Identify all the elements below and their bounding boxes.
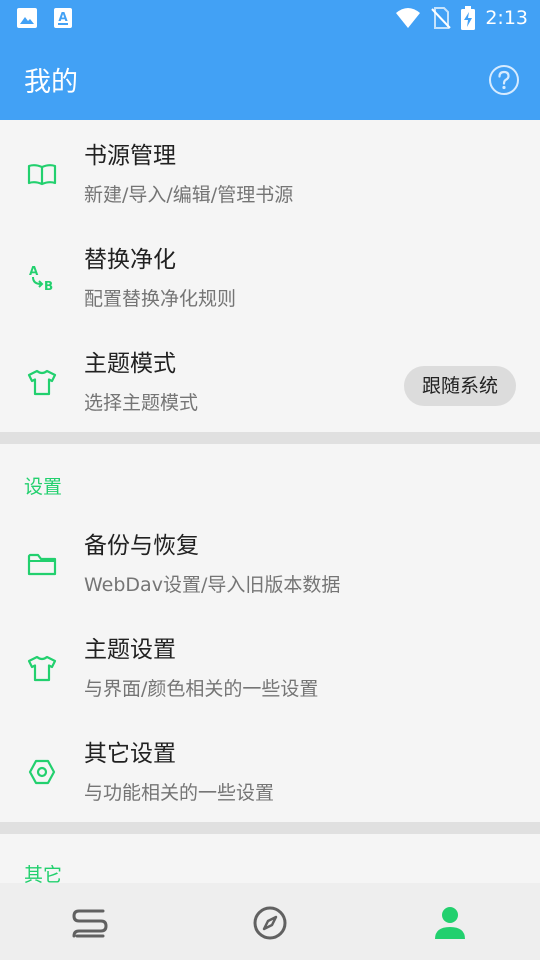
replace-rule-summary: 配置替换净化规则 [84, 288, 237, 310]
compass-icon[interactable] [250, 903, 290, 943]
wifi-icon [396, 8, 421, 28]
other-settings-item[interactable]: 其它设置 与功能相关的一些设置 [0, 718, 540, 822]
no-sim-icon [431, 7, 452, 29]
replace-rule-item[interactable]: A B 替换净化 配置替换净化规则 [0, 224, 540, 328]
theme-mode-summary: 选择主题模式 [84, 392, 199, 414]
bookshelf-icon[interactable] [70, 903, 110, 943]
book-source-summary: 新建/导入/编辑/管理书源 [84, 184, 294, 206]
bottom-navigation [0, 883, 540, 960]
app-bar: 我的 [0, 36, 540, 120]
theme-mode-title: 主题模式 [84, 351, 176, 377]
backup-restore-title: 备份与恢复 [84, 533, 199, 559]
other-settings-summary: 与功能相关的一些设置 [84, 782, 275, 804]
page-title: 我的 [24, 67, 78, 98]
theme-settings-item[interactable]: 主题设置 与界面/颜色相关的一些设置 [0, 614, 540, 718]
book-source-item[interactable]: 书源管理 新建/导入/编辑/管理书源 [0, 120, 540, 224]
theme-settings-title: 主题设置 [84, 637, 176, 663]
svg-text:A: A [29, 264, 39, 278]
replace-rule-title: 替换净化 [84, 247, 176, 273]
battery-charging-icon [461, 6, 476, 30]
person-icon[interactable] [430, 903, 470, 943]
tshirt-icon [27, 655, 57, 682]
theme-mode-item[interactable]: 主题模式 选择主题模式 跟随系统 [0, 328, 540, 432]
main-section: 书源管理 新建/导入/编辑/管理书源 A B 替换净化 配置替换净化规则 主题模… [0, 120, 540, 432]
book-source-title: 书源管理 [84, 143, 176, 169]
svg-text:A: A [58, 10, 68, 24]
app-notification-icon: A [54, 8, 72, 28]
book-open-icon [27, 164, 57, 186]
status-bar: A 2:13 [0, 0, 540, 36]
help-icon[interactable] [488, 64, 520, 96]
backup-restore-summary: WebDav设置/导入旧版本数据 [84, 574, 341, 596]
folder-icon [27, 553, 57, 576]
image-notification-icon [17, 8, 37, 28]
theme-mode-value-chip[interactable]: 跟随系统 [403, 366, 516, 406]
replace-ab-icon: A B [29, 264, 53, 293]
other-settings-title: 其它设置 [84, 741, 176, 767]
settings-section-header: 设置 [24, 476, 63, 498]
settings-section: 设置 备份与恢复 WebDav设置/导入旧版本数据 主题设置 与界面/颜色相关的… [0, 444, 540, 822]
theme-settings-summary: 与界面/颜色相关的一些设置 [84, 678, 319, 700]
tshirt-icon [27, 369, 57, 396]
hex-nut-icon [28, 759, 56, 785]
svg-text:B: B [44, 279, 53, 293]
backup-restore-item[interactable]: 备份与恢复 WebDav设置/导入旧版本数据 [0, 510, 540, 614]
status-time: 2:13 [485, 7, 528, 29]
